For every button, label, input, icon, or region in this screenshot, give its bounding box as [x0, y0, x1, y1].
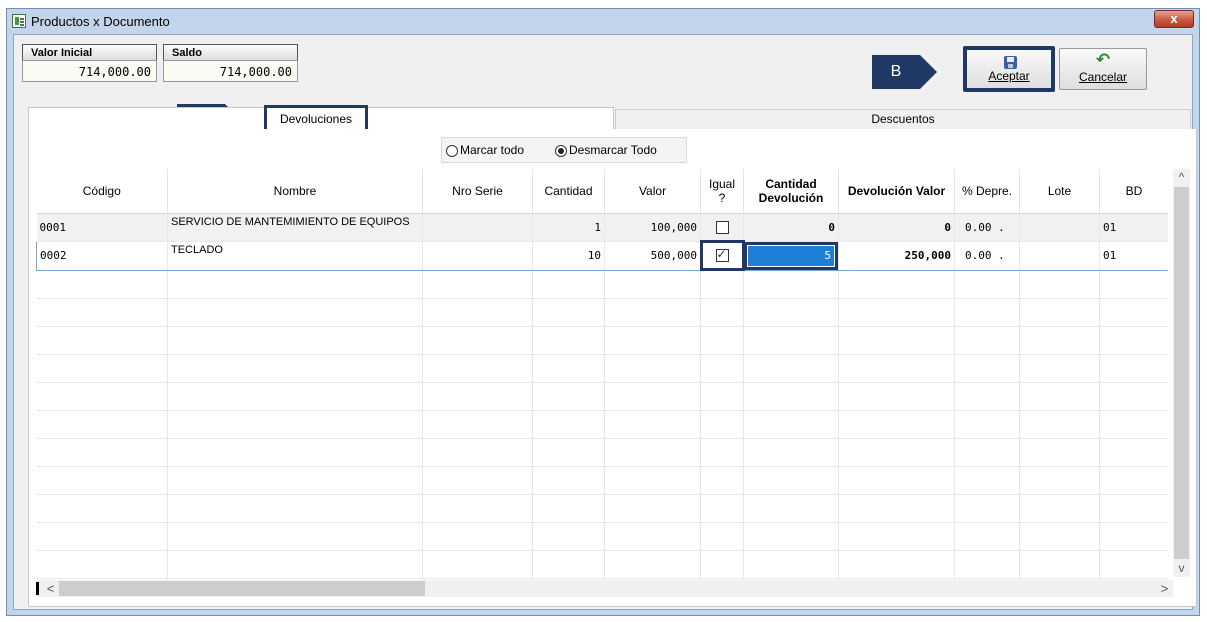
dialog-content: Valor Inicial 714,000.00 Saldo 714,000.0… — [13, 34, 1197, 610]
scroll-marker — [36, 582, 39, 595]
empty-row — [36, 522, 1168, 551]
igual-checkbox[interactable] — [715, 220, 729, 234]
cell-igual[interactable] — [700, 213, 744, 242]
cell-lote[interactable] — [1019, 240, 1100, 271]
empty-row — [36, 298, 1168, 327]
saldo-label: Saldo — [163, 44, 298, 60]
title-bar: Productos x Documento x — [7, 9, 1199, 34]
empty-row — [36, 438, 1168, 467]
valor-inicial-box: Valor Inicial 714,000.00 — [22, 44, 157, 82]
desmarcar-todo-label: Desmarcar Todo — [569, 143, 657, 157]
col-devolucion-valor[interactable]: Devolución Valor — [838, 169, 955, 214]
cell-nombre[interactable]: SERVICIO DE MANTEMIMIENTO DE EQUIPOS — [167, 213, 423, 242]
dialog-window: Productos x Documento x Valor Inicial 71… — [6, 8, 1200, 616]
cell-codigo[interactable]: 0001 — [36, 213, 168, 242]
tab-descuentos[interactable]: Descuentos — [615, 109, 1191, 129]
empty-row — [36, 410, 1168, 439]
col-nro-serie[interactable]: Nro Serie — [422, 169, 533, 214]
cell-codigo[interactable]: 0002 — [36, 240, 168, 271]
empty-row — [36, 466, 1168, 495]
col-cantidad[interactable]: Cantidad — [532, 169, 605, 214]
chevron-left-icon[interactable]: < — [42, 580, 59, 597]
cell-bd[interactable]: 01 — [1099, 213, 1168, 242]
empty-row — [36, 550, 1168, 579]
chevron-right-icon[interactable]: > — [1156, 580, 1173, 597]
save-icon — [1004, 56, 1017, 69]
empty-row — [36, 382, 1168, 411]
saldo-value: 714,000.00 — [163, 60, 298, 82]
marcar-todo-label: Marcar todo — [460, 143, 525, 157]
igual-checkbox[interactable] — [715, 247, 729, 263]
app-icon — [12, 14, 26, 28]
cell-nombre[interactable]: TECLADO — [167, 240, 423, 271]
aceptar-button[interactable]: Aceptar — [963, 46, 1055, 92]
col-cantidad-devolucion[interactable]: Cantidad Devolución — [743, 169, 839, 214]
cell-nro-serie[interactable] — [422, 240, 533, 271]
cell-igual[interactable] — [699, 240, 745, 271]
valor-inicial-label: Valor Inicial — [22, 44, 157, 60]
table-row[interactable]: 0001 SERVICIO DE MANTEMIMIENTO DE EQUIPO… — [36, 213, 1168, 242]
horizontal-scroll-thumb[interactable] — [59, 581, 425, 596]
table-row[interactable]: 0002 TECLADO 10 500,000 5 250,000 0.00 .… — [36, 240, 1168, 271]
saldo-box: Saldo 714,000.00 — [163, 44, 298, 82]
cell-devolucion-valor[interactable]: 250,000 — [838, 240, 955, 271]
cell-valor[interactable]: 500,000 — [604, 240, 701, 271]
horizontal-scrollbar[interactable]: < > — [36, 580, 1173, 597]
cell-cantidad[interactable]: 10 — [532, 240, 605, 271]
col-nombre[interactable]: Nombre — [167, 169, 423, 214]
col-codigo[interactable]: Código — [36, 169, 168, 214]
col-valor[interactable]: Valor — [604, 169, 701, 214]
products-grid: Código Nombre Nro Serie Cantidad Valor I… — [36, 169, 1168, 594]
empty-row — [36, 326, 1168, 355]
chevron-up-icon[interactable]: ^ — [1173, 169, 1190, 186]
window-title: Productos x Documento — [31, 14, 170, 29]
valor-inicial-value: 714,000.00 — [22, 60, 157, 82]
callout-b-label: B — [872, 55, 920, 89]
cancelar-label: Cancelar — [1078, 70, 1128, 84]
radio-unchecked-icon — [446, 145, 458, 157]
marcar-todo-radio[interactable]: Marcar todo — [446, 143, 524, 157]
cell-depre[interactable]: 0.00 . — [954, 240, 1020, 271]
col-igual[interactable]: Igual ? — [700, 169, 744, 214]
callout-b-arrow — [920, 55, 937, 89]
undo-icon: ↶ — [1095, 50, 1111, 69]
cell-valor[interactable]: 100,000 — [604, 213, 701, 242]
vertical-scrollbar[interactable]: ^ v — [1173, 169, 1190, 577]
cell-depre[interactable]: 0.00 . — [954, 213, 1020, 242]
cell-devolucion-valor[interactable]: 0 — [838, 213, 955, 242]
cantidad-devolucion-editor[interactable]: 5 — [744, 242, 838, 269]
vertical-scroll-thumb[interactable] — [1174, 187, 1189, 559]
cancelar-button[interactable]: ↶ Cancelar — [1059, 48, 1147, 90]
tab-devoluciones[interactable]: Devoluciones — [28, 105, 614, 135]
cell-cantidad[interactable]: 1 — [532, 213, 605, 242]
empty-row — [36, 270, 1168, 299]
cell-nro-serie[interactable] — [422, 213, 533, 242]
col-lote[interactable]: Lote — [1019, 169, 1100, 214]
cell-bd[interactable]: 01 — [1099, 240, 1168, 271]
radio-checked-icon — [555, 145, 567, 157]
close-button[interactable]: x — [1154, 10, 1194, 28]
tab-strip: Devoluciones Descuentos — [28, 105, 1198, 135]
col-bd[interactable]: BD — [1099, 169, 1168, 214]
cell-lote[interactable] — [1019, 213, 1100, 242]
aceptar-label: Aceptar — [988, 69, 1030, 83]
empty-row — [36, 354, 1168, 383]
grid-header-row: Código Nombre Nro Serie Cantidad Valor I… — [36, 169, 1168, 214]
desmarcar-todo-radio[interactable]: Desmarcar Todo — [555, 143, 657, 157]
cell-cantidad-devolucion[interactable]: 5 — [743, 240, 839, 271]
chevron-down-icon[interactable]: v — [1173, 560, 1190, 577]
mark-options: Marcar todo Desmarcar Todo — [441, 137, 687, 163]
empty-row — [36, 494, 1168, 523]
col-depre[interactable]: % Depre. — [954, 169, 1020, 214]
devoluciones-panel: Marcar todo Desmarcar Todo Código Nombre… — [28, 129, 1197, 607]
cell-cantidad-devolucion[interactable]: 0 — [743, 213, 839, 242]
